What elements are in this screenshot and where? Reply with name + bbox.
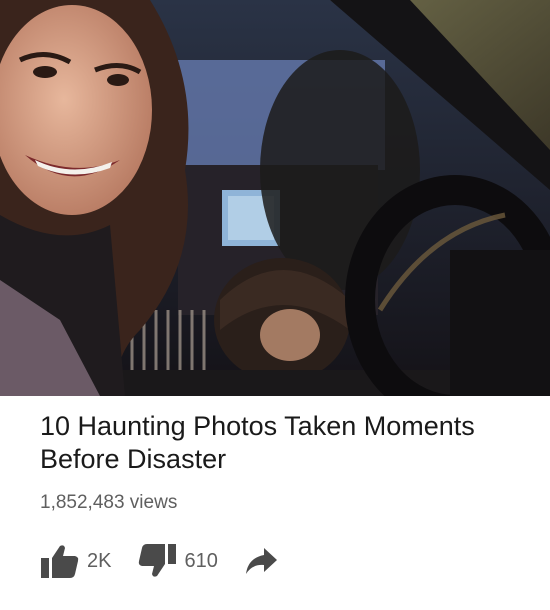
action-bar: 2K 610 bbox=[40, 544, 510, 578]
share-arrow-icon bbox=[244, 546, 278, 576]
video-info: 10 Haunting Photos Taken Moments Before … bbox=[0, 396, 550, 578]
like-button[interactable]: 2K bbox=[40, 543, 111, 579]
video-title[interactable]: 10 Haunting Photos Taken Moments Before … bbox=[40, 410, 510, 476]
dislike-button[interactable]: 610 bbox=[137, 543, 218, 579]
share-button[interactable] bbox=[244, 546, 278, 576]
like-count: 2K bbox=[87, 549, 112, 572]
thumbs-up-icon bbox=[40, 543, 80, 579]
video-thumbnail[interactable] bbox=[0, 0, 550, 396]
thumbs-down-icon bbox=[137, 543, 177, 579]
thumbnail-image bbox=[0, 0, 550, 396]
view-count: 1,852,483 views bbox=[40, 492, 178, 513]
dislike-count: 610 bbox=[184, 549, 218, 572]
